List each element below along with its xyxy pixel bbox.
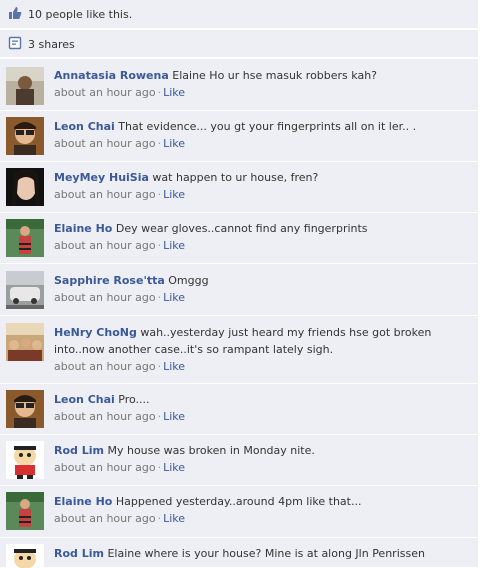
commenter-name[interactable]: Elaine Ho bbox=[54, 495, 112, 508]
comment-like-link[interactable]: Like bbox=[163, 137, 185, 150]
shares-count-link[interactable]: 3 shares bbox=[28, 38, 75, 51]
comment-text: My house was broken in Monday nite. bbox=[107, 444, 315, 457]
avatar[interactable] bbox=[6, 441, 44, 479]
avatar[interactable] bbox=[6, 544, 44, 568]
commenter-name[interactable]: Leon Chai bbox=[54, 393, 115, 406]
comment-like-link[interactable]: Like bbox=[163, 360, 185, 373]
page-gutter bbox=[478, 0, 490, 567]
avatar[interactable] bbox=[6, 271, 44, 309]
share-icon bbox=[8, 36, 22, 53]
commenter-name[interactable]: Rod Lim bbox=[54, 444, 104, 457]
comment-time[interactable]: about an hour ago bbox=[54, 86, 156, 99]
likes-count-link[interactable]: 10 people like this. bbox=[28, 8, 132, 21]
separator-dot: · bbox=[157, 360, 162, 373]
commenter-name[interactable]: MeyMey HuiSia bbox=[54, 171, 149, 184]
commenter-name[interactable]: Rod Lim bbox=[54, 547, 104, 560]
shares-row: 3 shares bbox=[0, 29, 478, 58]
comment-text: Happened yesterday..around 4pm like that… bbox=[115, 495, 362, 508]
comment-item: Annatasia Rowena Elaine Ho ur hse masuk … bbox=[0, 58, 478, 111]
comment-time[interactable]: about an hour ago bbox=[54, 137, 156, 150]
avatar[interactable] bbox=[6, 492, 44, 530]
comment-item: Leon Chai Pro.... about an hour ago · Like bbox=[0, 383, 478, 435]
comment-text: Dey wear gloves..cannot find any fingerp… bbox=[115, 222, 368, 235]
comment-time[interactable]: about an hour ago bbox=[54, 291, 156, 304]
comment-text: wat happen to ur house, fren? bbox=[152, 171, 319, 184]
avatar[interactable] bbox=[6, 117, 44, 155]
comment-item: Elaine Ho Happened yesterday..around 4pm… bbox=[0, 485, 478, 538]
avatar[interactable] bbox=[6, 168, 44, 206]
comment-item: HeNry ChoNg wah..yesterday just heard my… bbox=[0, 315, 478, 384]
comment-like-link[interactable]: Like bbox=[163, 410, 185, 423]
comment-item: Rod Lim My house was broken in Monday ni… bbox=[0, 434, 478, 486]
comment-item: Elaine Ho Dey wear gloves..cannot find a… bbox=[0, 212, 478, 264]
comment-item: Sapphire Rose'tta Omggg about an hour ag… bbox=[0, 263, 478, 316]
comment-text: Elaine Ho ur hse masuk robbers kah? bbox=[172, 69, 378, 82]
comment-item: Rod Lim Elaine where is your house? Mine… bbox=[0, 537, 478, 568]
avatar[interactable] bbox=[6, 323, 44, 361]
commenter-name[interactable]: Annatasia Rowena bbox=[54, 69, 169, 82]
thumbs-up-icon bbox=[8, 6, 22, 23]
comment-item: Leon Chai That evidence... you gt your f… bbox=[0, 110, 478, 162]
likes-row: 10 people like this. bbox=[0, 0, 478, 29]
comments-panel: 10 people like this. 3 shares Annatasia … bbox=[0, 0, 478, 568]
comment-like-link[interactable]: Like bbox=[163, 461, 185, 474]
comment-time[interactable]: about an hour ago bbox=[54, 239, 156, 252]
commenter-name[interactable]: Sapphire Rose'tta bbox=[54, 274, 165, 287]
comment-like-link[interactable]: Like bbox=[163, 188, 185, 201]
commenter-name[interactable]: Elaine Ho bbox=[54, 222, 112, 235]
comment-text: That evidence... you gt your fingerprint… bbox=[118, 120, 417, 133]
avatar[interactable] bbox=[6, 67, 44, 105]
separator-dot: · bbox=[157, 188, 162, 201]
separator-dot: · bbox=[157, 86, 162, 99]
separator-dot: · bbox=[157, 291, 162, 304]
commenter-name[interactable]: HeNry ChoNg bbox=[54, 326, 137, 339]
comment-text: Elaine where is your house? Mine is at a… bbox=[107, 547, 425, 560]
comment-like-link[interactable]: Like bbox=[163, 291, 185, 304]
comment-time[interactable]: about an hour ago bbox=[54, 461, 156, 474]
comment-like-link[interactable]: Like bbox=[163, 86, 185, 99]
comment-item: MeyMey HuiSia wat happen to ur house, fr… bbox=[0, 161, 478, 213]
comment-time[interactable]: about an hour ago bbox=[54, 360, 156, 373]
comment-text: Pro.... bbox=[118, 393, 150, 406]
comment-like-link[interactable]: Like bbox=[163, 239, 185, 252]
avatar[interactable] bbox=[6, 390, 44, 428]
separator-dot: · bbox=[157, 239, 162, 252]
separator-dot: · bbox=[157, 410, 162, 423]
comment-text: Omggg bbox=[168, 274, 209, 287]
comment-like-link[interactable]: Like bbox=[163, 512, 185, 525]
avatar[interactable] bbox=[6, 219, 44, 257]
commenter-name[interactable]: Leon Chai bbox=[54, 120, 115, 133]
separator-dot: · bbox=[157, 137, 162, 150]
separator-dot: · bbox=[157, 512, 162, 525]
comment-time[interactable]: about an hour ago bbox=[54, 410, 156, 423]
comment-time[interactable]: about an hour ago bbox=[54, 512, 156, 525]
comment-time[interactable]: about an hour ago bbox=[54, 188, 156, 201]
separator-dot: · bbox=[157, 461, 162, 474]
